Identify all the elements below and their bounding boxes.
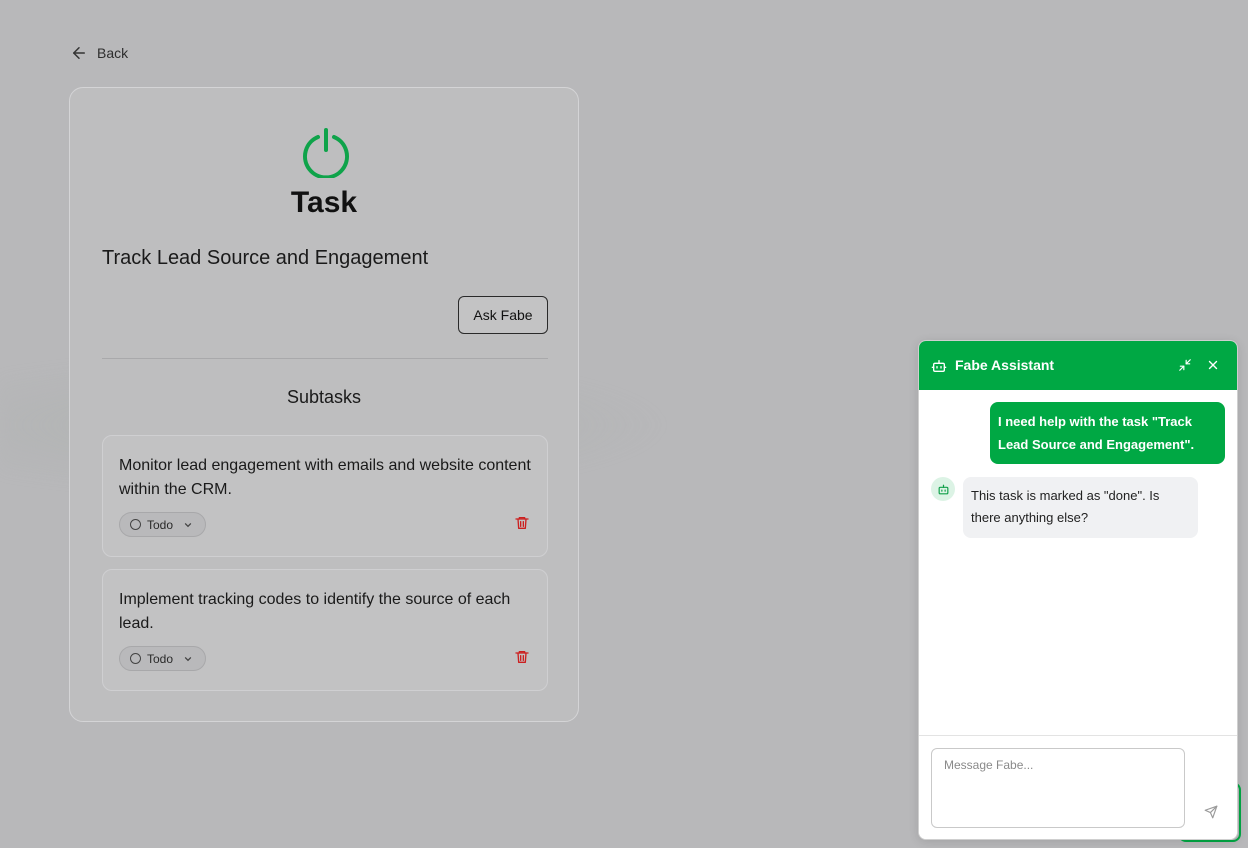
subtask-card: Implement tracking codes to identify the… bbox=[102, 569, 548, 691]
back-link[interactable]: Back bbox=[70, 43, 128, 63]
minimize-icon[interactable] bbox=[1178, 358, 1192, 372]
trash-icon[interactable] bbox=[514, 515, 530, 531]
bot-icon bbox=[931, 360, 947, 372]
arrow-left-icon bbox=[73, 47, 85, 59]
circle-icon bbox=[130, 653, 141, 664]
subtask-card: Monitor lead engagement with emails and … bbox=[102, 435, 548, 557]
circle-icon bbox=[130, 519, 141, 530]
task-heading: Task bbox=[290, 186, 358, 219]
message-input[interactable] bbox=[931, 748, 1185, 828]
ask-fabe-button[interactable]: Ask Fabe bbox=[458, 296, 548, 334]
chat-header: Fabe Assistant bbox=[919, 341, 1237, 390]
bot-icon bbox=[938, 484, 948, 494]
status-label: Todo bbox=[147, 651, 174, 666]
subtasks-heading: Subtasks bbox=[286, 387, 362, 407]
back-label: Back bbox=[97, 45, 129, 61]
chevron-down-icon bbox=[184, 522, 192, 527]
chevron-down-icon bbox=[184, 656, 192, 661]
send-icon[interactable] bbox=[1204, 805, 1218, 819]
task-card: Task Track Lead Source and Engagement As… bbox=[69, 87, 579, 722]
user-message: I need help with the task "Track Lead So… bbox=[990, 402, 1225, 464]
subtask-text: Implement tracking codes to identify the… bbox=[119, 591, 511, 632]
status-dropdown[interactable]: Todo bbox=[119, 512, 206, 537]
power-icon bbox=[303, 128, 349, 178]
task-title: Track Lead Source and Engagement bbox=[102, 247, 429, 269]
close-icon[interactable] bbox=[1206, 358, 1220, 372]
status-label: Todo bbox=[147, 517, 174, 532]
subtask-text: Monitor lead engagement with emails and … bbox=[119, 457, 531, 498]
assistant-message: This task is marked as "done". Is there … bbox=[963, 477, 1198, 538]
chat-panel: Fabe Assistant I need help with the task… bbox=[918, 340, 1238, 840]
trash-icon[interactable] bbox=[514, 649, 530, 665]
status-dropdown[interactable]: Todo bbox=[119, 646, 206, 671]
divider bbox=[102, 358, 548, 359]
chat-title: Fabe Assistant bbox=[955, 357, 1055, 373]
chat-input-area bbox=[919, 735, 1237, 839]
assistant-avatar bbox=[931, 477, 955, 501]
